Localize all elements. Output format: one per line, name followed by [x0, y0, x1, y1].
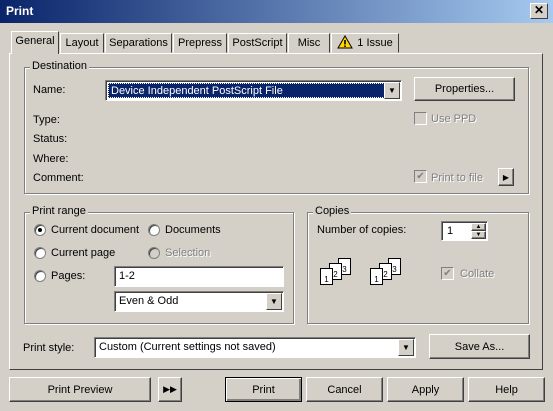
help-button[interactable]: Help [468, 377, 545, 402]
documents-label: Documents [165, 224, 221, 236]
pages-input-value: 1-2 [119, 270, 135, 282]
print-to-file-checkbox[interactable]: ✔ [414, 170, 427, 183]
type-label: Type: [33, 114, 60, 126]
tab-layout[interactable]: Layout [60, 33, 104, 53]
tab-issues[interactable]: 1 Issue [331, 33, 399, 53]
collated-pages-icon: 1 2 3 [370, 255, 416, 291]
window-title: Print [6, 4, 34, 18]
copies-value: 1 [447, 225, 454, 237]
save-as-button[interactable]: Save As... [429, 334, 530, 359]
copies-legend: Copies [313, 205, 352, 217]
tab-general[interactable]: General [11, 31, 59, 54]
pages-radio[interactable] [34, 270, 46, 282]
print-range-legend: Print range [30, 205, 88, 217]
chevron-down-icon[interactable]: ▼ [398, 339, 414, 356]
print-preview-button[interactable]: Print Preview [9, 377, 151, 402]
cancel-button[interactable]: Cancel [306, 377, 383, 402]
tab-misc[interactable]: Misc [288, 33, 330, 53]
printer-name-value: Device Independent PostScript File [108, 83, 385, 98]
use-ppd-checkbox[interactable] [414, 112, 427, 125]
close-button[interactable]: ✕ [530, 3, 548, 19]
spinner-down-icon[interactable]: ▼ [471, 231, 486, 239]
tab-prepress[interactable]: Prepress [173, 33, 227, 53]
chevron-down-icon[interactable]: ▼ [384, 82, 400, 99]
help-button-label: Help [495, 383, 518, 396]
copies-spinner[interactable]: 1 ▲ ▼ [441, 221, 488, 241]
spinner-up-icon[interactable]: ▲ [471, 223, 486, 231]
documents-radio[interactable] [148, 224, 160, 236]
properties-button[interactable]: Properties... [414, 77, 515, 101]
double-chevron-right-icon: ▶▶ [163, 384, 177, 394]
current-page-radio[interactable] [34, 247, 46, 259]
number-of-copies-label: Number of copies: [317, 224, 407, 236]
uncollated-pages-icon: 1 2 3 [320, 255, 366, 291]
selection-radio[interactable] [148, 247, 160, 259]
cancel-button-label: Cancel [327, 383, 362, 396]
printer-name-select[interactable]: Device Independent PostScript File ▼ [105, 80, 402, 101]
selection-label: Selection [165, 247, 211, 259]
page-filter-select[interactable]: Even & Odd ▼ [114, 291, 284, 312]
status-label: Status: [33, 133, 68, 145]
tab-postscript[interactable]: PostScript [228, 33, 287, 53]
collate-label: Collate [460, 268, 495, 280]
current-document-radio[interactable] [34, 224, 46, 236]
print-style-select[interactable]: Custom (Current settings not saved) ▼ [94, 337, 416, 358]
print-to-file-options-button[interactable]: ▶ [498, 168, 514, 186]
apply-button-label: Apply [411, 383, 440, 396]
arrow-right-icon: ▶ [502, 172, 510, 182]
current-page-label: Current page [51, 247, 116, 259]
warning-icon [337, 35, 354, 49]
pages-label: Pages: [51, 270, 86, 282]
expand-preview-button[interactable]: ▶▶ [158, 377, 182, 402]
comment-label: Comment: [33, 172, 84, 184]
where-label: Where: [33, 153, 69, 165]
print-preview-label: Print Preview [47, 383, 113, 396]
chevron-down-icon[interactable]: ▼ [266, 293, 282, 310]
page-filter-value: Even & Odd [119, 295, 179, 307]
print-button-label: Print [252, 383, 275, 396]
tab-separations[interactable]: Separations [105, 33, 172, 53]
apply-button[interactable]: Apply [387, 377, 464, 402]
properties-button-label: Properties... [434, 83, 495, 95]
use-ppd-label: Use PPD [431, 113, 477, 125]
destination-legend: Destination [30, 60, 90, 72]
print-to-file-label: Print to file [431, 172, 483, 184]
name-label: Name: [33, 84, 66, 96]
title-bar [0, 0, 553, 23]
tab-issues-label: 1 Issue [357, 37, 393, 49]
collate-checkbox[interactable]: ✔ [441, 267, 454, 280]
print-style-value: Custom (Current settings not saved) [99, 341, 276, 353]
print-button[interactable]: Print [225, 377, 302, 402]
save-as-button-label: Save As... [454, 340, 505, 353]
print-style-label: Print style: [23, 342, 75, 354]
pages-input[interactable]: 1-2 [114, 266, 284, 287]
current-document-label: Current document [51, 224, 140, 236]
